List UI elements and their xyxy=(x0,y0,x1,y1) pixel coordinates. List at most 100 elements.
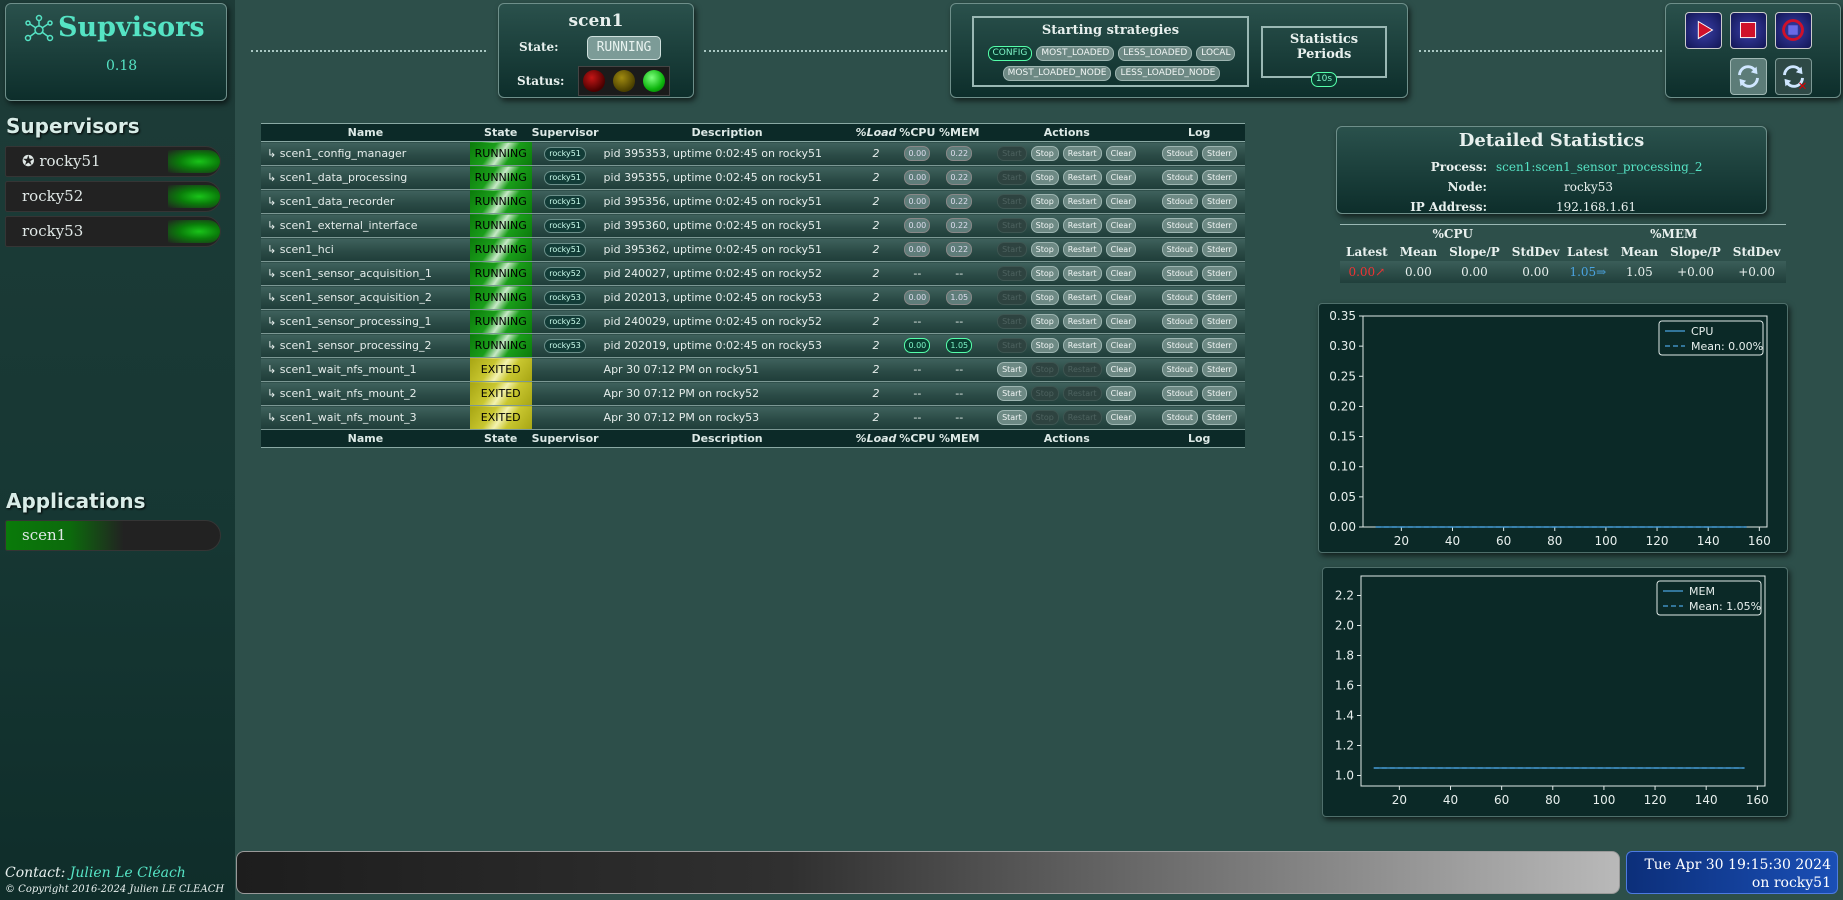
stdout-button[interactable]: Stdout xyxy=(1161,242,1199,257)
supervisor-badge[interactable]: rocky53 xyxy=(544,339,586,353)
start-button[interactable]: Start xyxy=(997,146,1027,161)
stop-button[interactable]: Stop xyxy=(1030,170,1059,185)
mem-badge[interactable]: 0.22 xyxy=(946,242,973,257)
stdout-button[interactable]: Stdout xyxy=(1161,338,1199,353)
stderr-button[interactable]: Stderr xyxy=(1202,290,1237,305)
stdout-button[interactable]: Stdout xyxy=(1161,386,1199,401)
restart-button[interactable]: Restart xyxy=(1062,410,1102,425)
clear-button[interactable]: Clear xyxy=(1105,290,1137,305)
clear-button[interactable]: Clear xyxy=(1105,146,1137,161)
stderr-button[interactable]: Stderr xyxy=(1202,410,1237,425)
start-button[interactable]: Start xyxy=(997,290,1027,305)
strategy-local[interactable]: LOCAL xyxy=(1196,46,1236,61)
restart-button[interactable]: Restart xyxy=(1062,314,1102,329)
cpu-badge[interactable]: 0.00 xyxy=(904,338,931,353)
process-name[interactable]: ↳ scen1_external_interface xyxy=(261,213,470,238)
start-button[interactable]: Start xyxy=(997,218,1027,233)
stdout-button[interactable]: Stdout xyxy=(1161,314,1199,329)
period-10s[interactable]: 10s xyxy=(1310,72,1338,87)
strategy-most-loaded[interactable]: MOST_LOADED xyxy=(1036,46,1115,61)
stop-button[interactable]: Stop xyxy=(1030,194,1059,209)
clear-button[interactable]: Clear xyxy=(1105,410,1137,425)
application-item-scen1[interactable]: scen1 xyxy=(5,520,221,551)
stop-button[interactable]: Stop xyxy=(1030,242,1059,257)
process-name[interactable]: ↳ scen1_sensor_processing_2 xyxy=(261,333,470,358)
stdout-button[interactable]: Stdout xyxy=(1161,194,1199,209)
process-name[interactable]: ↳ scen1_hci xyxy=(261,237,470,262)
refresh-icon[interactable] xyxy=(1730,58,1767,95)
process-name[interactable]: ↳ scen1_data_processing xyxy=(261,165,470,190)
strategy-less-loaded-node[interactable]: LESS_LOADED_NODE xyxy=(1115,66,1221,81)
cpu-badge[interactable]: 0.00 xyxy=(904,218,931,233)
stop-button[interactable]: Stop xyxy=(1030,218,1059,233)
process-name[interactable]: ↳ scen1_sensor_processing_1 xyxy=(261,309,470,334)
start-button[interactable]: Start xyxy=(997,266,1027,281)
strategy-config[interactable]: CONFIG xyxy=(987,46,1033,61)
stderr-button[interactable]: Stderr xyxy=(1202,146,1237,161)
process-name[interactable]: ↳ scen1_wait_nfs_mount_1 xyxy=(261,357,470,382)
clear-button[interactable]: Clear xyxy=(1105,338,1137,353)
restart-button[interactable]: Restart xyxy=(1062,170,1102,185)
stderr-button[interactable]: Stderr xyxy=(1202,362,1237,377)
col-name[interactable]: Name xyxy=(261,123,470,142)
supervisor-badge[interactable]: rocky51 xyxy=(544,243,586,257)
stdout-button[interactable]: Stdout xyxy=(1161,266,1199,281)
clear-button[interactable]: Clear xyxy=(1105,170,1137,185)
stop-button[interactable]: Stop xyxy=(1030,410,1059,425)
supervisor-badge[interactable]: rocky53 xyxy=(544,291,586,305)
stderr-button[interactable]: Stderr xyxy=(1202,242,1237,257)
clear-button[interactable]: Clear xyxy=(1105,218,1137,233)
stop-button[interactable]: Stop xyxy=(1030,386,1059,401)
stop-application-icon[interactable] xyxy=(1730,12,1767,49)
start-application-icon[interactable] xyxy=(1685,12,1722,49)
process-name[interactable]: ↳ scen1_sensor_acquisition_2 xyxy=(261,285,470,310)
clear-button[interactable]: Clear xyxy=(1105,242,1137,257)
stop-button[interactable]: Stop xyxy=(1030,266,1059,281)
process-name[interactable]: ↳ scen1_wait_nfs_mount_2 xyxy=(261,381,470,406)
restart-button[interactable]: Restart xyxy=(1062,242,1102,257)
start-button[interactable]: Start xyxy=(997,338,1027,353)
stdout-button[interactable]: Stdout xyxy=(1161,218,1199,233)
restart-button[interactable]: Restart xyxy=(1062,266,1102,281)
clear-button[interactable]: Clear xyxy=(1105,362,1137,377)
stderr-button[interactable]: Stderr xyxy=(1202,266,1237,281)
stderr-button[interactable]: Stderr xyxy=(1202,170,1237,185)
stop-button[interactable]: Stop xyxy=(1030,290,1059,305)
mem-badge[interactable]: 1.05 xyxy=(946,290,973,305)
clear-button[interactable]: Clear xyxy=(1105,386,1137,401)
start-button[interactable]: Start xyxy=(997,314,1027,329)
supervisor-badge[interactable]: rocky52 xyxy=(544,267,586,281)
cpu-badge[interactable]: 0.00 xyxy=(904,146,931,161)
supervisor-item-rocky53[interactable]: rocky53 xyxy=(5,216,221,247)
process-name[interactable]: ↳ scen1_data_recorder xyxy=(261,189,470,214)
mem-badge[interactable]: 0.22 xyxy=(946,194,973,209)
cpu-badge[interactable]: 0.00 xyxy=(904,170,931,185)
stderr-button[interactable]: Stderr xyxy=(1202,218,1237,233)
supervisor-badge[interactable]: rocky51 xyxy=(544,147,586,161)
stderr-button[interactable]: Stderr xyxy=(1202,194,1237,209)
stop-button[interactable]: Stop xyxy=(1030,146,1059,161)
start-button[interactable]: Start xyxy=(997,410,1027,425)
start-button[interactable]: Start xyxy=(997,194,1027,209)
clear-button[interactable]: Clear xyxy=(1105,266,1137,281)
stderr-button[interactable]: Stderr xyxy=(1202,386,1237,401)
stop-button[interactable]: Stop xyxy=(1030,362,1059,377)
stdout-button[interactable]: Stdout xyxy=(1161,170,1199,185)
start-button[interactable]: Start xyxy=(997,242,1027,257)
restart-application-icon[interactable] xyxy=(1775,12,1812,49)
restart-button[interactable]: Restart xyxy=(1062,362,1102,377)
restart-button[interactable]: Restart xyxy=(1062,386,1102,401)
strategy-less-loaded[interactable]: LESS_LOADED xyxy=(1118,46,1193,61)
restart-button[interactable]: Restart xyxy=(1062,218,1102,233)
stop-button[interactable]: Stop xyxy=(1030,314,1059,329)
stdout-button[interactable]: Stdout xyxy=(1161,290,1199,305)
mem-badge[interactable]: 0.22 xyxy=(946,170,973,185)
start-button[interactable]: Start xyxy=(997,386,1027,401)
start-button[interactable]: Start xyxy=(997,170,1027,185)
stderr-button[interactable]: Stderr xyxy=(1202,338,1237,353)
process-name[interactable]: ↳ scen1_wait_nfs_mount_3 xyxy=(261,405,470,430)
supervisor-badge[interactable]: rocky51 xyxy=(544,171,586,185)
start-button[interactable]: Start xyxy=(997,362,1027,377)
stdout-button[interactable]: Stdout xyxy=(1161,410,1199,425)
supervisor-badge[interactable]: rocky52 xyxy=(544,315,586,329)
